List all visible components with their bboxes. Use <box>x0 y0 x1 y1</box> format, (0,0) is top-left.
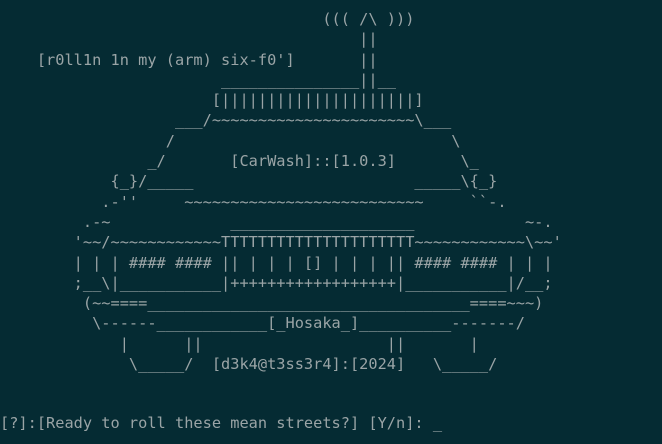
ascii-art-line: {_}/_____ _____\{_} <box>0 172 498 191</box>
ascii-art-line: (~~====_________________________________… <box>0 294 544 313</box>
ascii-art-line: | || || | <box>0 334 479 353</box>
ascii-art-line: | | | #### #### || | | | [] | | | || ###… <box>0 253 553 272</box>
ascii-art-line: ((( /\ ))) <box>0 10 415 28</box>
ascii-art-line: .-'' ~~~~~~~~~~~~~~~~~~~~~~~~~~ ``-. <box>0 192 507 211</box>
ascii-art-line: ___/~~~~~~~~~~~~~~~~~~~~~~\___ <box>0 111 452 130</box>
ascii-art-line: _/ [CarWash]::[1.0.3] \_ <box>0 152 479 171</box>
text-cursor[interactable]: _ <box>433 413 442 433</box>
ascii-art-line: ;__\|___________|++++++++++++++++++|____… <box>0 273 553 292</box>
ascii-art-line: [r0ll1n 1n my (arm) six-f0'] || <box>0 50 378 69</box>
prompt-text: [?]:[Ready to roll these mean streets?] … <box>0 414 433 432</box>
ascii-art-banner: ((( /\ ))) || [r0ll1n 1n my (arm) six-f0… <box>0 9 562 374</box>
ascii-art-line: '~~/~~~~~~~~~~~~TTTTTTTTTTTTTTTTTTTTT~~~… <box>0 233 562 252</box>
ascii-art-line: _______________||__ <box>0 70 397 89</box>
ascii-art-line: / \ <box>0 131 461 150</box>
input-prompt-line[interactable]: [?]:[Ready to roll these mean streets?] … <box>0 413 442 433</box>
ascii-art-line: || <box>0 30 378 49</box>
ascii-art-line: \------____________[_Hosaka_]__________-… <box>0 314 525 333</box>
terminal-window[interactable]: ((( /\ ))) || [r0ll1n 1n my (arm) six-f0… <box>0 0 662 444</box>
ascii-art-line: \_____/ [d3k4@t3ss3r4]:[2024] \_____/ <box>0 355 498 374</box>
ascii-art-line: [|||||||||||||||||||||] <box>0 91 424 110</box>
ascii-art-line: .-~ ____________________ ~-. <box>0 212 553 231</box>
